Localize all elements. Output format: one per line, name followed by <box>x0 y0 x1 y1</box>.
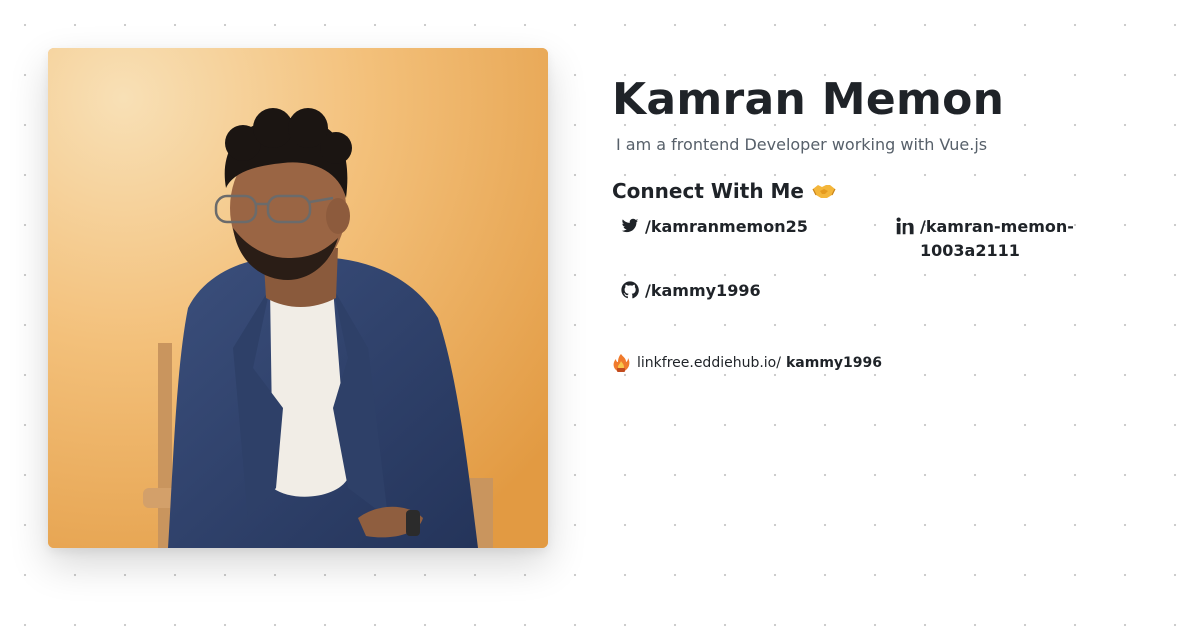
social-links: /kamranmemon25 /kamran-memon-1003a2111 /… <box>612 215 1172 325</box>
twitter-handle: /kamranmemon25 <box>645 217 808 236</box>
linkfree-username: kammy1996 <box>785 355 882 371</box>
connect-heading: Connect With Me <box>612 177 1172 205</box>
linkfree-link[interactable]: linkfree.eddiehub.io/ kammy1996 <box>612 352 882 374</box>
profile-photo <box>48 48 548 548</box>
linkedin-link[interactable]: /kamran-memon-1003a2111 <box>896 215 1096 263</box>
github-link[interactable]: /kammy1996 <box>621 279 761 303</box>
linkfree-logo-icon <box>613 354 630 372</box>
twitter-link[interactable]: /kamranmemon25 <box>621 215 808 239</box>
twitter-icon <box>621 218 639 233</box>
portrait-illustration <box>48 48 548 548</box>
github-handle: /kammy1996 <box>645 281 761 300</box>
linkedin-handle: /kamran-memon-1003a2111 <box>920 217 1074 260</box>
linkedin-icon <box>896 217 914 235</box>
linkfree-base-url: linkfree.eddiehub.io/ <box>637 355 781 371</box>
profile-info: Kamran Memon I am a frontend Developer w… <box>612 70 1172 325</box>
github-icon <box>621 281 639 299</box>
connect-heading-text: Connect With Me <box>612 179 804 203</box>
profile-bio: I am a frontend Developer working with V… <box>616 135 988 154</box>
handshake-icon <box>812 185 836 198</box>
profile-name: Kamran Memon <box>612 74 1005 125</box>
